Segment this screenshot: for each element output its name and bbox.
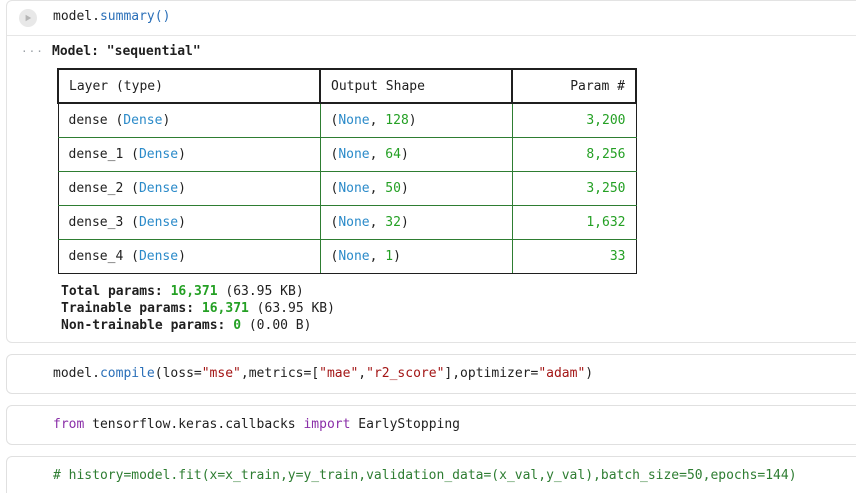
- column-header-layer: Layer (type): [57, 68, 321, 104]
- layer-name: dense_1: [68, 146, 124, 162]
- model-summary-table: Layer (type) Output Shape Param # dense …: [57, 68, 637, 274]
- code-cell-import[interactable]: from tensorflow.keras.callbacks import E…: [6, 405, 856, 445]
- code-token: model.: [53, 366, 100, 381]
- total-params-line: Total params: 16,371 (63.95 KB): [61, 283, 335, 300]
- code-token-method: summary: [99, 9, 155, 24]
- param-count-cell: 33: [511, 238, 637, 274]
- shape-dim: 64: [385, 146, 401, 162]
- table-row: dense_3 (Dense) (None, 32) 1,632: [57, 204, 637, 240]
- total-params-size: (63.95 KB): [217, 284, 304, 299]
- code-token: ,: [358, 366, 367, 381]
- code-token-string: "mse": [201, 366, 241, 381]
- output-shape-cell: (None, 64): [319, 136, 513, 172]
- code-token-string: "mae": [319, 366, 359, 381]
- param-count-cell: 3,250: [511, 170, 637, 206]
- code-token: .: [92, 9, 100, 24]
- code-token: ,metrics=[: [240, 366, 320, 381]
- total-params-value: 16,371: [170, 284, 218, 299]
- layer-type: Dense: [138, 146, 179, 162]
- code-cell-compile[interactable]: model.compile(loss="mse",metrics=["mae",…: [6, 354, 856, 394]
- column-header-param: Param #: [511, 68, 637, 104]
- param-count-cell: 8,256: [511, 136, 637, 172]
- table-row: dense_1 (Dense) (None, 64) 8,256: [57, 136, 637, 172]
- shape-none: None: [338, 248, 370, 264]
- code-token: tensorflow.keras.callbacks: [84, 417, 304, 432]
- trainable-params-size: (63.95 KB): [248, 301, 335, 316]
- output-shape-cell: (None, 32): [319, 204, 513, 240]
- non-trainable-params-value: 0: [233, 318, 242, 333]
- code-token: EarlyStopping: [350, 417, 461, 432]
- code-token-string: "adam": [538, 366, 586, 381]
- code-cell-summary[interactable]: model.summary() ··· Model: "sequential" …: [6, 0, 856, 343]
- shape-none: None: [338, 146, 370, 162]
- code-token: ): [162, 9, 171, 24]
- output-shape-cell: (None, 128): [319, 102, 513, 138]
- code-line[interactable]: from tensorflow.keras.callbacks import E…: [53, 417, 460, 432]
- code-token: (: [154, 9, 163, 24]
- cell-output-divider: [7, 35, 856, 36]
- shape-dim: 128: [385, 112, 409, 128]
- layer-type: Dense: [123, 112, 163, 128]
- trainable-params-value: 16,371: [201, 301, 249, 316]
- shape-none: None: [338, 180, 370, 196]
- trainable-params-label: Trainable params:: [61, 301, 202, 316]
- code-token-string: "r2_score": [366, 366, 445, 381]
- layer-cell: dense_2 (Dense): [57, 170, 321, 206]
- code-token-method: compile: [99, 366, 155, 381]
- output-shape-cell: (None, 1): [319, 238, 513, 274]
- model-title: Model: "sequential": [52, 44, 201, 59]
- trainable-params-line: Trainable params: 16,371 (63.95 KB): [61, 300, 335, 317]
- layer-cell: dense_3 (Dense): [57, 204, 321, 240]
- code-line-comment[interactable]: # history=model.fit(x=x_train,y=y_train,…: [53, 468, 797, 483]
- layer-cell: dense (Dense): [57, 102, 321, 138]
- column-header-output-shape: Output Shape: [319, 68, 513, 104]
- layer-name: dense_4: [68, 248, 124, 264]
- shape-dim: 32: [385, 214, 401, 230]
- layer-name: dense: [68, 112, 108, 128]
- play-icon: [25, 14, 32, 22]
- code-token-keyword: from: [53, 417, 85, 432]
- code-cell-fit-comment[interactable]: # history=model.fit(x=x_train,y=y_train,…: [6, 456, 856, 493]
- code-token: ): [585, 366, 594, 381]
- table-header-row: Layer (type) Output Shape Param #: [57, 68, 637, 104]
- layer-name: dense_2: [68, 180, 124, 196]
- layer-type: Dense: [138, 180, 179, 196]
- non-trainable-params-line: Non-trainable params: 0 (0.00 B): [61, 317, 335, 334]
- param-count-cell: 1,632: [511, 204, 637, 240]
- layer-cell: dense_1 (Dense): [57, 136, 321, 172]
- layer-type: Dense: [138, 248, 179, 264]
- layer-type: Dense: [138, 214, 179, 230]
- code-token: ],optimizer=: [444, 366, 539, 381]
- code-line[interactable]: model.compile(loss="mse",metrics=["mae",…: [53, 366, 593, 381]
- layer-name: dense_3: [68, 214, 124, 230]
- shape-dim: 1: [385, 248, 394, 264]
- param-count-cell: 3,200: [511, 102, 637, 138]
- run-cell-button[interactable]: [19, 9, 37, 27]
- code-token-keyword: import: [303, 417, 351, 432]
- shape-dim: 50: [385, 180, 401, 196]
- shape-none: None: [338, 214, 370, 230]
- ellipsis-icon[interactable]: ···: [21, 45, 44, 58]
- code-token: (loss=: [154, 366, 202, 381]
- table-row: dense_2 (Dense) (None, 50) 3,250: [57, 170, 637, 206]
- output-shape-cell: (None, 50): [319, 170, 513, 206]
- non-trainable-params-size: (0.00 B): [241, 318, 312, 333]
- layer-cell: dense_4 (Dense): [57, 238, 321, 274]
- shape-none: None: [338, 112, 370, 128]
- total-params-label: Total params:: [61, 284, 171, 299]
- table-row: dense (Dense) (None, 128) 3,200: [57, 102, 637, 138]
- code-token: model: [53, 9, 93, 24]
- code-line[interactable]: model.summary(): [53, 9, 170, 24]
- non-trainable-params-label: Non-trainable params:: [61, 318, 234, 333]
- params-totals: Total params: 16,371 (63.95 KB) Trainabl…: [61, 283, 335, 334]
- table-row: dense_4 (Dense) (None, 1) 33: [57, 238, 637, 274]
